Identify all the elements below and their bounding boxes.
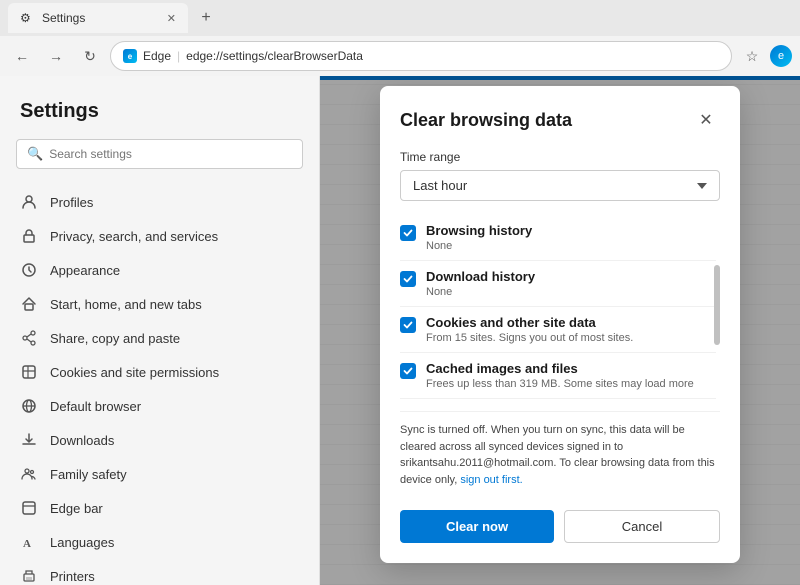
edge-bar-label: Edge bar bbox=[50, 501, 103, 516]
share-label: Share, copy and paste bbox=[50, 331, 180, 346]
browsing-history-item: Browsing history None bbox=[400, 215, 716, 261]
main-area: Settings 🔍 Profiles Privacy, search, and… bbox=[0, 76, 800, 585]
download-history-label: Download history None bbox=[426, 269, 716, 298]
modal-overlay: Clear browsing data ✕ Time range Last ho… bbox=[320, 76, 800, 585]
printers-label: Printers bbox=[50, 569, 95, 584]
edge-bar-icon bbox=[20, 499, 38, 517]
address-edge-label: Edge bbox=[143, 49, 171, 63]
cached-title: Cached images and files bbox=[426, 361, 716, 376]
sign-out-link[interactable]: sign out first. bbox=[460, 474, 522, 486]
default-browser-label: Default browser bbox=[50, 399, 141, 414]
time-range-select[interactable]: Last hour Last 24 hours Last 7 days Last… bbox=[400, 170, 720, 201]
sidebar-item-privacy[interactable]: Privacy, search, and services bbox=[0, 219, 319, 253]
cookies-icon bbox=[20, 363, 38, 381]
tab-close-btn[interactable]: ✕ bbox=[167, 12, 176, 25]
cookies-title: Cookies and other site data bbox=[426, 315, 716, 330]
download-history-checkbox[interactable] bbox=[400, 271, 416, 287]
clear-browsing-data-modal: Clear browsing data ✕ Time range Last ho… bbox=[380, 86, 740, 563]
download-history-subtitle: None bbox=[426, 286, 716, 298]
sidebar-item-profiles[interactable]: Profiles bbox=[0, 185, 319, 219]
cookies-item: Cookies and other site data From 15 site… bbox=[400, 307, 716, 353]
cached-checkbox[interactable] bbox=[400, 363, 416, 379]
sync-notice-text: Sync is turned off. When you turn on syn… bbox=[400, 424, 715, 486]
browsing-history-subtitle: None bbox=[426, 240, 716, 252]
browsing-history-checkbox[interactable] bbox=[400, 225, 416, 241]
languages-label: Languages bbox=[50, 535, 114, 550]
start-home-label: Start, home, and new tabs bbox=[50, 297, 202, 312]
content-area: Clear browsing data ✕ Time range Last ho… bbox=[320, 76, 800, 585]
appearance-label: Appearance bbox=[50, 263, 120, 278]
svg-text:A: A bbox=[23, 538, 31, 550]
sidebar-item-appearance[interactable]: Appearance bbox=[0, 253, 319, 287]
back-btn[interactable]: ← bbox=[8, 42, 36, 70]
browser-chrome: ⚙ Settings ✕ + ← → ↻ e Edge | edge://set… bbox=[0, 0, 800, 76]
scrollbar-thumb bbox=[714, 265, 720, 345]
download-history-title: Download history bbox=[426, 269, 716, 284]
settings-tab-icon: ⚙ bbox=[20, 11, 34, 25]
downloads-label: Downloads bbox=[50, 433, 114, 448]
edge-favicon: e bbox=[123, 49, 137, 63]
sidebar-item-family[interactable]: Family safety bbox=[0, 457, 319, 491]
profiles-label: Profiles bbox=[50, 195, 93, 210]
modal-close-btn[interactable]: ✕ bbox=[692, 106, 720, 134]
search-icon: 🔍 bbox=[27, 146, 43, 162]
sidebar-item-default-browser[interactable]: Default browser bbox=[0, 389, 319, 423]
sidebar-item-downloads[interactable]: Downloads bbox=[0, 423, 319, 457]
sync-notice: Sync is turned off. When you turn on syn… bbox=[400, 411, 720, 498]
sidebar-item-start-home[interactable]: Start, home, and new tabs bbox=[0, 287, 319, 321]
time-range-label: Time range bbox=[400, 150, 720, 164]
downloads-icon bbox=[20, 431, 38, 449]
refresh-btn[interactable]: ↻ bbox=[76, 42, 104, 70]
new-tab-btn[interactable]: + bbox=[192, 4, 220, 32]
appearance-icon bbox=[20, 261, 38, 279]
download-history-item: Download history None bbox=[400, 261, 716, 307]
nav-bar: ← → ↻ e Edge | edge://settings/clearBrow… bbox=[0, 36, 800, 76]
browsing-history-title: Browsing history bbox=[426, 223, 716, 238]
cookies-label: Cookies and site permissions bbox=[50, 365, 219, 380]
sidebar-item-edge-bar[interactable]: Edge bar bbox=[0, 491, 319, 525]
privacy-icon bbox=[20, 227, 38, 245]
clear-now-btn[interactable]: Clear now bbox=[400, 510, 554, 543]
address-separator: | bbox=[177, 49, 180, 63]
start-home-icon bbox=[20, 295, 38, 313]
search-input[interactable] bbox=[49, 147, 292, 161]
cached-subtitle: Frees up less than 319 MB. Some sites ma… bbox=[426, 378, 716, 390]
profiles-icon bbox=[20, 193, 38, 211]
modal-actions: Clear now Cancel bbox=[400, 510, 720, 543]
languages-icon: A bbox=[20, 533, 38, 551]
tab-bar: ⚙ Settings ✕ + bbox=[0, 0, 800, 36]
nav-right-buttons: ☆ e bbox=[738, 42, 792, 70]
family-icon bbox=[20, 465, 38, 483]
sidebar-item-printers[interactable]: Printers bbox=[0, 559, 319, 585]
browsing-history-label: Browsing history None bbox=[426, 223, 716, 252]
cookies-label: Cookies and other site data From 15 site… bbox=[426, 315, 716, 344]
cookies-checkbox[interactable] bbox=[400, 317, 416, 333]
forward-btn[interactable]: → bbox=[42, 42, 70, 70]
sidebar-title: Settings bbox=[0, 92, 319, 139]
address-bar[interactable]: e Edge | edge://settings/clearBrowserDat… bbox=[110, 41, 732, 71]
data-options-list: Browsing history None Download history N… bbox=[400, 215, 720, 399]
cached-label: Cached images and files Frees up less th… bbox=[426, 361, 716, 390]
share-icon bbox=[20, 329, 38, 347]
privacy-label: Privacy, search, and services bbox=[50, 229, 218, 244]
printers-icon bbox=[20, 567, 38, 585]
family-label: Family safety bbox=[50, 467, 127, 482]
tab-title: Settings bbox=[42, 11, 85, 25]
cancel-btn[interactable]: Cancel bbox=[564, 510, 720, 543]
sidebar: Settings 🔍 Profiles Privacy, search, and… bbox=[0, 76, 320, 585]
modal-header: Clear browsing data ✕ bbox=[400, 106, 720, 134]
modal-title: Clear browsing data bbox=[400, 110, 572, 131]
cookies-subtitle: From 15 sites. Signs you out of most sit… bbox=[426, 332, 716, 344]
favorites-btn[interactable]: ☆ bbox=[738, 42, 766, 70]
search-box[interactable]: 🔍 bbox=[16, 139, 303, 169]
sidebar-item-cookies[interactable]: Cookies and site permissions bbox=[0, 355, 319, 389]
active-tab[interactable]: ⚙ Settings ✕ bbox=[8, 3, 188, 33]
sidebar-item-share[interactable]: Share, copy and paste bbox=[0, 321, 319, 355]
cached-item: Cached images and files Frees up less th… bbox=[400, 353, 716, 399]
default-browser-icon bbox=[20, 397, 38, 415]
address-url: edge://settings/clearBrowserData bbox=[186, 49, 363, 63]
sidebar-item-languages[interactable]: A Languages bbox=[0, 525, 319, 559]
profile-btn[interactable]: e bbox=[770, 45, 792, 67]
